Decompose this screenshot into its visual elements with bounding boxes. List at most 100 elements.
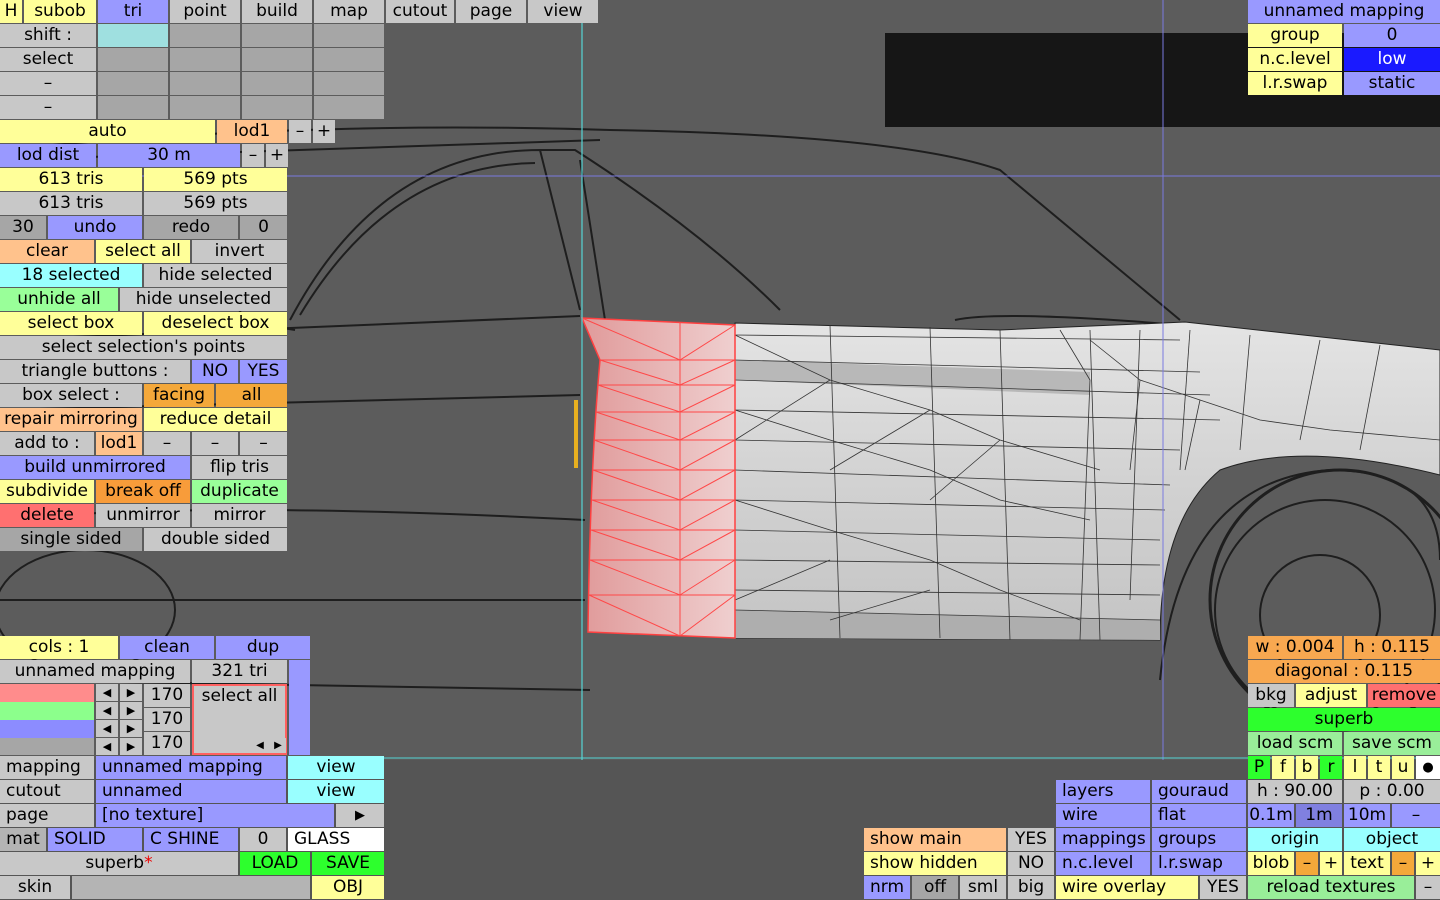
invert-button[interactable]: invert [192, 240, 287, 263]
step-1-button[interactable]: 1m [1296, 804, 1342, 827]
add-to-slot-4[interactable]: – [240, 432, 287, 455]
glass-button[interactable]: GLASS [288, 828, 384, 851]
slot[interactable] [98, 72, 168, 95]
menu-h[interactable]: H [0, 0, 22, 23]
select-selection-points-button[interactable]: select selection's points [0, 336, 287, 359]
menu-view[interactable]: view [528, 0, 598, 23]
add-to-lod1[interactable]: lod1 [96, 432, 142, 455]
red-dec-arrow[interactable]: ◀ [96, 684, 118, 701]
duplicate-button[interactable]: duplicate [192, 480, 287, 503]
reload-textures-button[interactable]: reload textures [1248, 876, 1414, 899]
view-f-button[interactable]: f [1272, 756, 1294, 779]
view-r-button[interactable]: r [1320, 756, 1342, 779]
page-value[interactable]: [no texture] [96, 804, 334, 827]
mapping-value[interactable]: unnamed mapping [96, 756, 286, 779]
clear-button[interactable]: clear [0, 240, 94, 263]
view-u-button[interactable]: u [1392, 756, 1414, 779]
text-minus-button[interactable]: – [1392, 852, 1414, 875]
mapping-title[interactable]: unnamed mapping [1248, 0, 1440, 23]
view-b-button[interactable]: b [1296, 756, 1318, 779]
slot[interactable] [242, 96, 312, 119]
alpha-dec-arrow[interactable]: ◀ [96, 738, 118, 755]
subdivide-button[interactable]: subdivide [0, 480, 94, 503]
object-button[interactable]: object [1344, 828, 1440, 851]
triangle-buttons-yes[interactable]: YES [240, 360, 287, 383]
nclevel-button[interactable]: n.c.level [1056, 852, 1150, 875]
wire-button[interactable]: wire [1056, 804, 1150, 827]
select-all-button[interactable]: select all [96, 240, 190, 263]
origin-button[interactable]: origin [1248, 828, 1342, 851]
mirror-button[interactable]: mirror [192, 504, 287, 527]
shift-slot-4[interactable] [314, 24, 384, 47]
lod-plus-button[interactable]: + [313, 120, 335, 143]
triangle-buttons-no[interactable]: NO [192, 360, 238, 383]
text-plus-button[interactable]: + [1416, 852, 1440, 875]
lod-dist-minus[interactable]: – [242, 144, 264, 167]
build-unmirrored-button[interactable]: build unmirrored [0, 456, 190, 479]
save-button[interactable]: SAVE [312, 852, 384, 875]
big-button[interactable]: big [1008, 876, 1054, 899]
flat-button[interactable]: flat [1152, 804, 1246, 827]
off-button[interactable]: off [912, 876, 958, 899]
shift-slot-1[interactable] [98, 24, 168, 47]
step-10-button[interactable]: 10m [1344, 804, 1390, 827]
clean-button[interactable]: clean [120, 636, 214, 659]
groups-button[interactable]: groups [1152, 828, 1246, 851]
file-name[interactable]: superb* [0, 852, 238, 875]
step-01-button[interactable]: 0.1m [1248, 804, 1294, 827]
lod-minus-button[interactable]: – [289, 120, 311, 143]
slot[interactable] [314, 72, 384, 95]
cshine-button[interactable]: C SHINE [144, 828, 238, 851]
redo-button[interactable]: redo [144, 216, 238, 239]
mapping-name[interactable]: unnamed mapping [0, 660, 190, 683]
hide-unselected-button[interactable]: hide unselected [120, 288, 287, 311]
page-next-arrow[interactable]: ▶ [336, 804, 384, 827]
sml-button[interactable]: sml [960, 876, 1006, 899]
text-button[interactable]: text [1344, 852, 1390, 875]
load-button[interactable]: LOAD [240, 852, 310, 875]
hide-selected-button[interactable]: hide selected [144, 264, 287, 287]
box-select-facing[interactable]: facing [144, 384, 214, 407]
list-prev-arrow[interactable]: ◀ [252, 738, 268, 753]
swatch-gray[interactable] [0, 738, 94, 755]
add-to-slot-3[interactable]: – [192, 432, 238, 455]
dash-row-1[interactable]: – [0, 72, 96, 95]
slot[interactable] [170, 96, 240, 119]
add-to-slot-2[interactable]: – [144, 432, 190, 455]
green-dec-arrow[interactable]: ◀ [96, 702, 118, 719]
single-sided-button[interactable]: single sided [0, 528, 142, 551]
remove-button[interactable]: remove [1368, 684, 1440, 707]
slot[interactable] [98, 96, 168, 119]
bkg-name[interactable]: superb [1248, 708, 1440, 731]
nclevel-value[interactable]: low [1344, 48, 1440, 71]
lrswap-value[interactable]: static [1344, 72, 1440, 95]
box-select-all[interactable]: all [216, 384, 287, 407]
deselect-box-button[interactable]: deselect box [144, 312, 287, 335]
skin-label[interactable]: skin [0, 876, 70, 899]
mapping-view-button[interactable]: view [288, 756, 384, 779]
wire-overlay-label[interactable]: wire overlay [1056, 876, 1198, 899]
lod-dist-plus[interactable]: + [266, 144, 288, 167]
mappings-button[interactable]: mappings [1056, 828, 1150, 851]
view-dot-button[interactable]: ● [1416, 756, 1440, 779]
select-slot-3[interactable] [242, 48, 312, 71]
view-p-button[interactable]: P [1248, 756, 1270, 779]
flip-tris-button[interactable]: flip tris [192, 456, 287, 479]
undo-button[interactable]: undo [48, 216, 142, 239]
dup-button[interactable]: dup [216, 636, 310, 659]
break-off-button[interactable]: break off [96, 480, 190, 503]
mapping-scrollbar[interactable] [289, 660, 310, 755]
blue-inc-arrow[interactable]: ▶ [120, 720, 142, 737]
green-inc-arrow[interactable]: ▶ [120, 702, 142, 719]
selected-count-button[interactable]: 18 selected [0, 264, 142, 287]
unmirror-button[interactable]: unmirror [96, 504, 190, 527]
gouraud-button[interactable]: gouraud [1152, 780, 1246, 803]
nrm-button[interactable]: nrm [864, 876, 910, 899]
select-slot-2[interactable] [170, 48, 240, 71]
show-hidden-label[interactable]: show hidden [864, 852, 1006, 875]
skin-value[interactable] [72, 876, 310, 899]
reduce-detail-button[interactable]: reduce detail [144, 408, 287, 431]
shift-slot-2[interactable] [170, 24, 240, 47]
show-main-value[interactable]: YES [1008, 828, 1054, 851]
layers-button[interactable]: layers [1056, 780, 1150, 803]
